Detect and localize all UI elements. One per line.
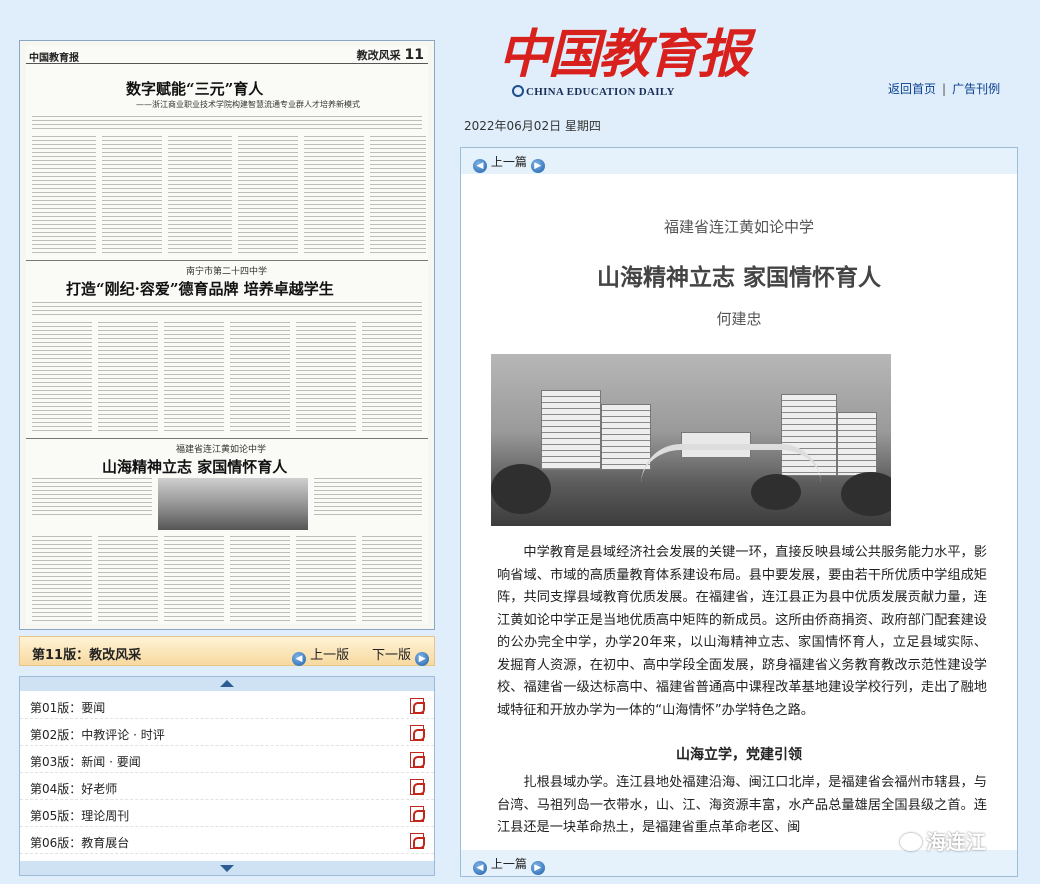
thumbnail-text-block: [98, 322, 158, 432]
section-item[interactable]: 第04版：好老师: [20, 774, 434, 800]
thumbnail-text-block: [314, 478, 422, 518]
section-item[interactable]: 第06版：教育展台: [20, 828, 434, 854]
pdf-icon[interactable]: [410, 806, 425, 822]
arrow-right-icon: ▶: [415, 652, 430, 666]
thumbnail-text-block: [164, 322, 224, 432]
section-item[interactable]: 第02版：中教评论 · 时评: [20, 720, 434, 746]
next-page-button[interactable]: 下一版 ▶: [372, 644, 430, 666]
thumbnail-school-3: 福建省连江黄如论中学: [176, 445, 267, 455]
arrow-left-icon: ◀: [473, 159, 487, 173]
thumbnail-text-block: [230, 322, 290, 432]
arrow-right-icon[interactable]: ▶: [530, 861, 545, 875]
article-paragraph-1: 中学教育是县域经济社会发展的关键一环，直接反映县域公共服务能力水平，影响省域、市…: [497, 545, 987, 718]
watermark: 海连江: [900, 826, 986, 855]
article-panel: ◀ 上一篇 ▶ 福建省连江黄如论中学 山海精神立志 家国情怀育人 何建忠 中学教…: [460, 147, 1018, 877]
link-separator: |: [942, 82, 947, 96]
thumbnail-text-block: [168, 136, 232, 256]
thumbnail-text-block: [238, 136, 298, 256]
thumbnail-text-block: [230, 536, 290, 624]
article-author: 何建忠: [716, 310, 762, 328]
article-subheading: 山海立学，党建引领: [676, 747, 802, 763]
logo-english-text: CHINA EDUCATION DAILY: [526, 86, 675, 98]
thumbnail-article-title-2[interactable]: 打造“刚纪·容爱”德育品牌 培养卓越学生: [66, 278, 334, 299]
page-thumbnail[interactable]: 中国教育报 教改风采 11 数字赋能“三元”育人 ——浙江商业职业技术学院构建智…: [26, 46, 428, 624]
thumbnail-text-block: [32, 302, 422, 316]
pdf-icon[interactable]: [410, 779, 425, 795]
logo-chinese-text: 中国教育报: [498, 24, 750, 85]
thumbnail-article-subtitle-1: ——浙江商业职业技术学院构建智慧流通专业群人才培养新模式: [136, 100, 360, 109]
thumbnail-school-2: 南宁市第二十四中学: [186, 267, 268, 277]
thumbnail-article-title-3[interactable]: 山海精神立志 家国情怀育人: [102, 456, 287, 477]
tree: [841, 472, 891, 516]
article-headline: 山海精神立志 家国情怀育人: [596, 264, 881, 291]
thumbnail-header: 中国教育报 教改风采 11: [26, 46, 428, 64]
pdf-icon[interactable]: [410, 698, 425, 714]
school-photo: [491, 354, 891, 526]
wechat-icon: [900, 833, 922, 851]
section-item-label: 第02版：中教评论 · 时评: [30, 728, 165, 742]
section-item-label: 第05版：理论周刊: [30, 809, 130, 823]
pdf-icon[interactable]: [410, 752, 425, 768]
thumbnail-divider: [26, 260, 428, 261]
section-item[interactable]: 第01版：要闻: [20, 693, 434, 719]
thumbnail-text-block: [164, 536, 224, 624]
thumbnail-text-block: [102, 136, 162, 256]
thumbnail-text-block: [32, 478, 152, 518]
globe-icon: [512, 85, 524, 97]
thumbnail-text-block: [296, 536, 356, 624]
top-links: 返回首页 | 广告刊例: [888, 80, 1000, 97]
prev-page-button[interactable]: ◀ 上一版: [292, 644, 349, 666]
thumbnail-text-block: [32, 536, 92, 624]
section-item[interactable]: 第03版：新闻 · 要闻: [20, 747, 434, 773]
section-item[interactable]: 第05版：理论周刊: [20, 801, 434, 827]
home-link[interactable]: 返回首页: [888, 82, 936, 96]
tree: [491, 464, 551, 514]
thumbnail-text-block: [296, 322, 356, 432]
ad-rates-link[interactable]: 广告刊例: [952, 82, 1000, 96]
thumbnail-text-block: [32, 116, 422, 130]
article-kicker: 福建省连江黄如论中学: [663, 218, 814, 236]
school-gate: [641, 444, 821, 484]
tree: [751, 474, 801, 510]
building-left: [541, 390, 601, 470]
section-item-label: 第03版：新闻 · 要闻: [30, 755, 141, 769]
thumbnail-text-block: [98, 536, 158, 624]
section-item-label: 第04版：好老师: [30, 782, 118, 796]
current-page-label: 第11版：教改风采: [32, 648, 142, 663]
section-list: 第01版：要闻 第02版：中教评论 · 时评 第03版：新闻 · 要闻 第04版…: [19, 676, 435, 876]
page-nav-bar: 第11版：教改风采 ◀ 上一版 下一版 ▶: [19, 636, 435, 666]
building-right-2: [837, 412, 877, 476]
pdf-icon[interactable]: [410, 833, 425, 849]
thumbnail-text-block: [304, 136, 364, 256]
thumbnail-text-block: [32, 136, 96, 256]
thumbnail-article-title-1[interactable]: 数字赋能“三元”育人: [126, 78, 263, 99]
masthead-logo[interactable]: 中国教育报 CHINA EDUCATION DAILY: [490, 8, 750, 100]
thumbnail-divider: [26, 438, 428, 439]
thumbnail-photo: [158, 478, 308, 530]
issue-date: 2022年06月02日 星期四: [464, 119, 601, 133]
prev-article-button[interactable]: ◀ 上一篇 ▶: [473, 153, 545, 173]
pdf-icon[interactable]: [410, 725, 425, 741]
thumbnail-text-block: [32, 322, 92, 432]
triangle-down-icon: [220, 865, 234, 872]
page-thumbnail-frame: 中国教育报 教改风采 11 数字赋能“三元”育人 ——浙江商业职业技术学院构建智…: [19, 40, 435, 630]
section-item-label: 第01版：要闻: [30, 701, 106, 715]
arrow-right-icon[interactable]: ▶: [530, 159, 545, 173]
scroll-up-button[interactable]: [20, 677, 434, 691]
thumbnail-paper-name: 中国教育报: [29, 53, 79, 64]
prev-article-button-bottom[interactable]: ◀ 上一篇 ▶: [473, 855, 545, 875]
thumbnail-text-block: [362, 322, 422, 432]
section-item-label: 第06版：教育展台: [30, 836, 130, 850]
thumbnail-text-block: [370, 136, 426, 256]
building-left-2: [601, 404, 651, 470]
triangle-up-icon: [220, 680, 234, 687]
arrow-left-icon: ◀: [473, 861, 487, 875]
article-top-bar: ◀ 上一篇 ▶: [461, 148, 1017, 174]
thumbnail-text-block: [362, 536, 422, 624]
article-body: 福建省连江黄如论中学 山海精神立志 家国情怀育人 何建忠 中学教育是县域经济社会…: [461, 174, 1017, 850]
arrow-left-icon: ◀: [292, 652, 306, 666]
thumbnail-page-label: 教改风采 11: [356, 47, 424, 63]
scroll-down-button[interactable]: [20, 861, 434, 875]
